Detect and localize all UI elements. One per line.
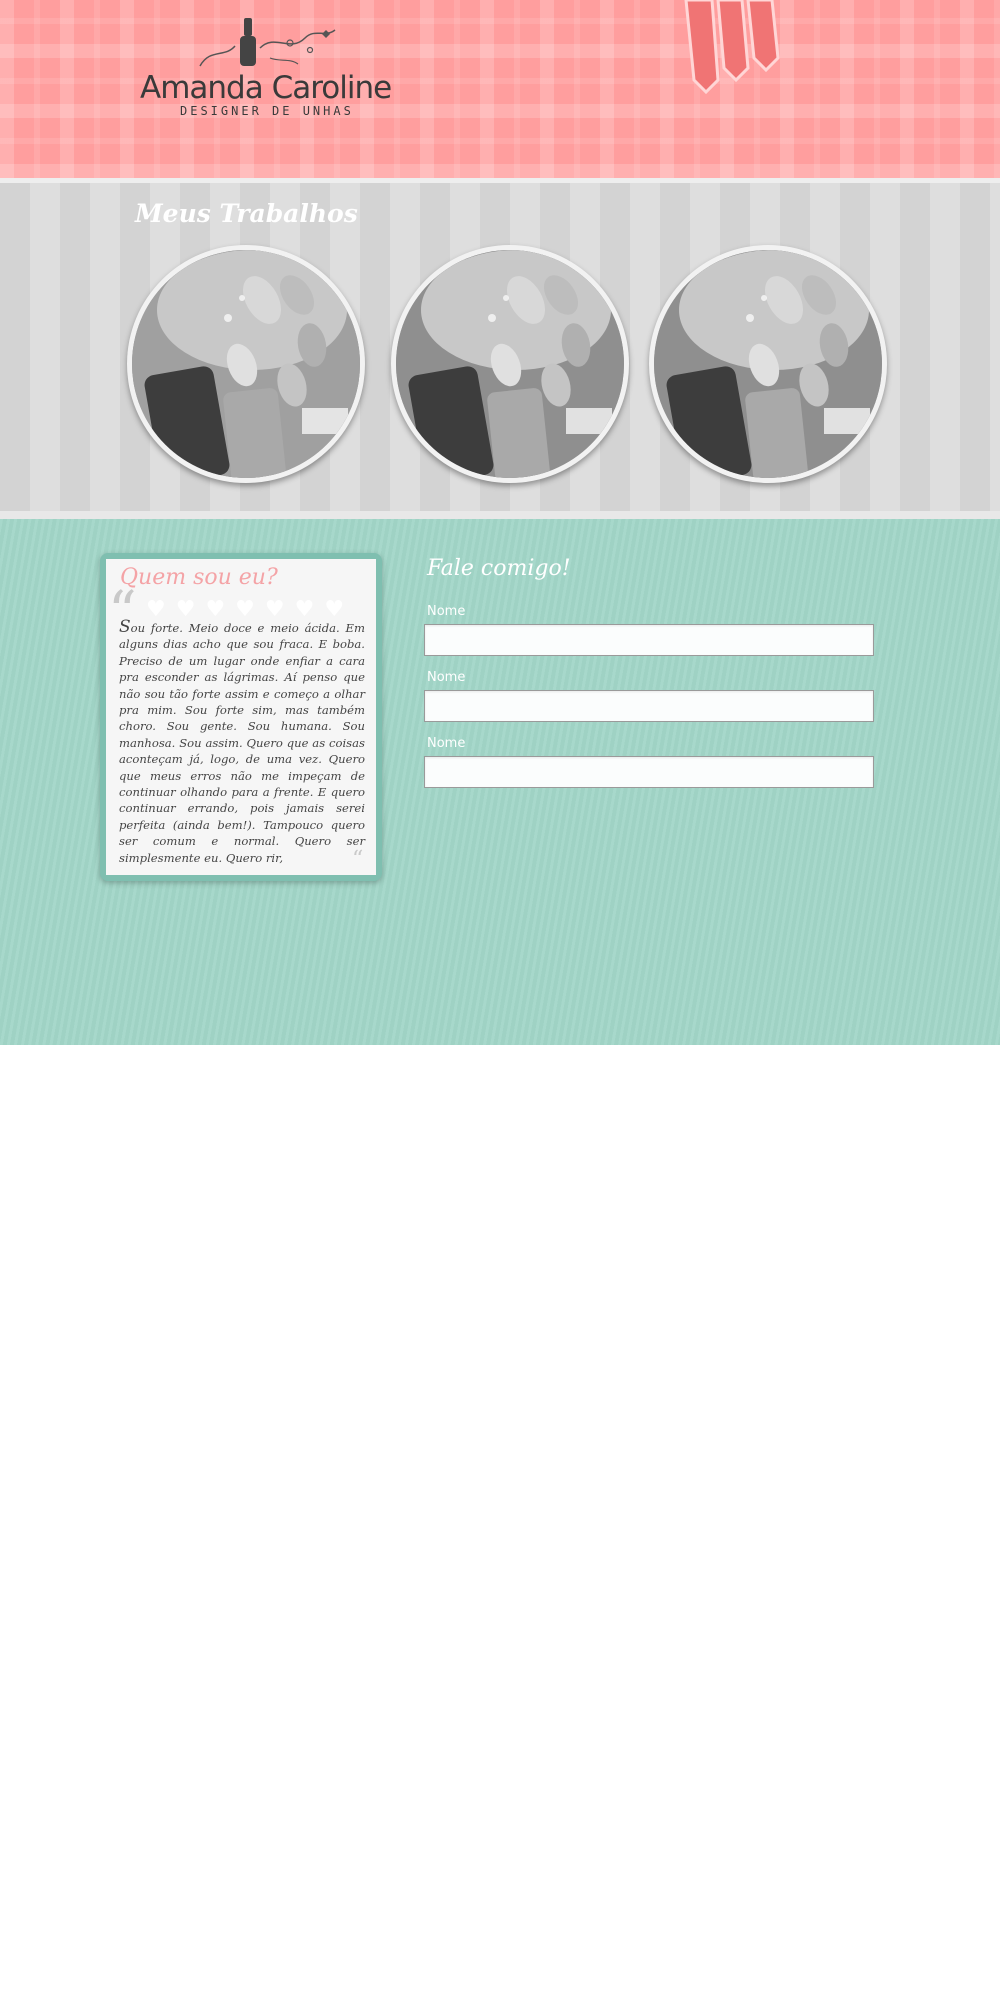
contact-field-label: Nome — [427, 736, 466, 751]
nail-photo-image — [654, 250, 882, 478]
nail-photo — [396, 250, 624, 478]
nail-photo — [654, 250, 882, 478]
about-title: Quem sou eu? — [120, 565, 278, 590]
works-section: Meus Trabalhos — [0, 183, 1000, 511]
work-thumbnail[interactable] — [127, 245, 365, 483]
about-text: Sou forte. Meio doce e meio ácida. Em al… — [119, 619, 365, 866]
about-text-body: ou forte. Meio doce e meio ácida. Em alg… — [119, 621, 365, 865]
quote-close-icon: “ — [352, 847, 364, 872]
brand-logo[interactable]: Amanda Caroline DESIGNER DE UNHAS — [140, 18, 392, 118]
name-input[interactable] — [424, 756, 874, 788]
nail-photo — [132, 250, 360, 478]
about-contact-section: Quem sou eu? ♥♥♥♥♥♥♥ “ Sou forte. Meio d… — [0, 519, 1000, 1045]
works-divider — [0, 511, 1000, 519]
about-card: Quem sou eu? ♥♥♥♥♥♥♥ “ Sou forte. Meio d… — [100, 553, 382, 881]
nail-photo-image — [132, 250, 360, 478]
ribbon-decoration-icon — [684, 0, 780, 95]
contact-field-label: Nome — [427, 604, 466, 619]
about-card-body: Quem sou eu? ♥♥♥♥♥♥♥ “ Sou forte. Meio d… — [106, 559, 376, 875]
name-input[interactable] — [424, 624, 874, 656]
brand-tagline: DESIGNER DE UNHAS — [180, 104, 354, 118]
nail-photo-image — [396, 250, 624, 478]
contact-field-label: Nome — [427, 670, 466, 685]
work-thumbnail[interactable] — [649, 245, 887, 483]
nail-polish-bottle-icon — [240, 18, 256, 66]
works-title: Meus Trabalhos — [135, 199, 358, 228]
brand-name: Amanda Caroline — [140, 70, 392, 106]
name-input[interactable] — [424, 690, 874, 722]
site-header: Amanda Caroline DESIGNER DE UNHAS — [0, 0, 1000, 178]
about-text-initial: S — [119, 617, 131, 637]
contact-title: Fale comigo! — [427, 556, 571, 581]
work-thumbnail[interactable] — [391, 245, 629, 483]
